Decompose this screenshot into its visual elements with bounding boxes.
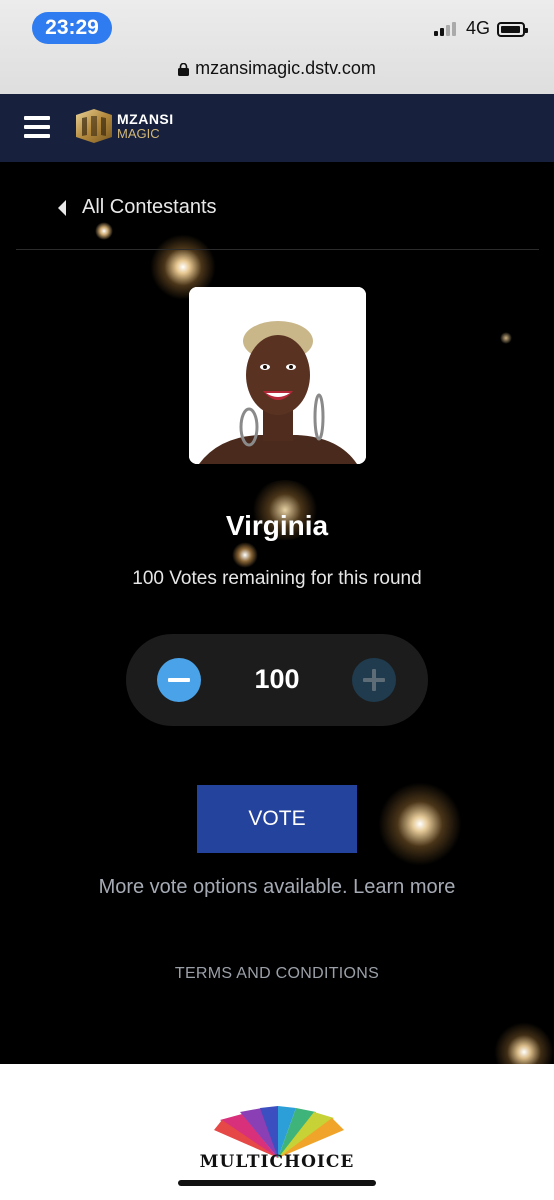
network-type: 4G (466, 18, 491, 38)
back-link-label: All Contestants (82, 196, 217, 218)
logo-mark-icon (76, 109, 112, 143)
status-time: 23:29 (32, 12, 112, 44)
decorative-flare (494, 1022, 554, 1064)
decorative-flare (378, 782, 462, 866)
decorative-flare (232, 542, 258, 568)
plus-circle-icon[interactable] (352, 658, 396, 702)
back-to-all-contestants-link[interactable]: All Contestants (58, 196, 217, 219)
mzansi-magic-logo[interactable]: MZANSI MAGIC (74, 107, 174, 145)
vote-count-stepper: 100 (126, 634, 428, 726)
divider (16, 249, 539, 250)
battery-icon (497, 22, 528, 37)
contestant-photo (189, 287, 366, 464)
contestant-name: Virginia (225, 510, 329, 541)
votes-remaining-text: 100 Votes remaining for this round (132, 568, 422, 589)
home-indicator (178, 1180, 376, 1186)
lock-icon (178, 63, 190, 76)
url-bar[interactable]: mzansimagic.dstv.com (0, 58, 554, 79)
top-navbar: MZANSI MAGIC (0, 94, 554, 162)
logo-text-line1: MZANSI (117, 111, 174, 127)
main-content: All Contestants Virginia 100 Votes remai… (0, 162, 554, 1064)
terms-and-conditions-link[interactable]: TERMS AND CONDITIONS (0, 965, 554, 983)
status-bar: 23:29 4G mzansimagic.dstv.com (0, 0, 554, 94)
signal-icon (434, 22, 456, 36)
url-text: mzansimagic.dstv.com (195, 58, 376, 78)
chevron-left-icon (58, 199, 66, 216)
vote-button[interactable]: VOTE (197, 785, 357, 853)
logo-text-line2: MAGIC (117, 126, 160, 141)
decorative-flare (95, 222, 113, 240)
multichoice-brand-text: MULTICHOICE (199, 1152, 355, 1172)
decorative-flare (500, 332, 512, 344)
more-vote-options-link[interactable]: More vote options available. Learn more (0, 876, 554, 899)
hamburger-menu-icon[interactable] (24, 116, 50, 138)
